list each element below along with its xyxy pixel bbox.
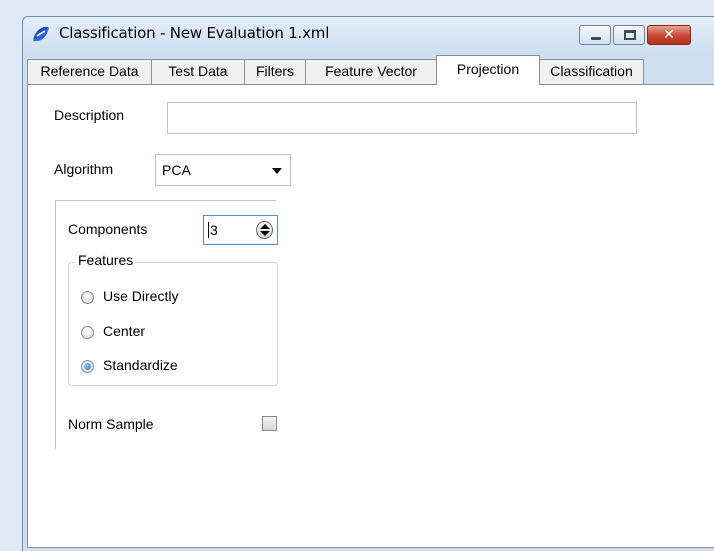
- components-value: 3: [208, 222, 218, 238]
- description-label: Description: [54, 107, 125, 123]
- tab-reference-data[interactable]: Reference Data: [27, 59, 152, 84]
- features-groupbox: Features Use Directly Center Standardize: [68, 252, 278, 386]
- maximize-button[interactable]: [613, 25, 645, 45]
- radio-center-label[interactable]: Center: [103, 323, 145, 339]
- algorithm-label: Algorithm: [54, 161, 114, 177]
- maximize-icon: [624, 30, 636, 40]
- app-window: Classification - New Evaluation 1.xml ✕ …: [22, 16, 714, 551]
- description-input[interactable]: [167, 102, 637, 134]
- tab-bar: Reference Data Test Data Filters Feature…: [23, 55, 714, 85]
- window-title: Classification - New Evaluation 1.xml: [59, 24, 330, 42]
- tab-classification[interactable]: Classification: [539, 59, 644, 84]
- radio-use-directly[interactable]: [81, 291, 94, 304]
- radio-standardize-label[interactable]: Standardize: [103, 357, 178, 373]
- norm-sample-checkbox[interactable]: [262, 416, 277, 431]
- arrow-down-icon: [260, 231, 270, 236]
- close-button[interactable]: ✕: [647, 25, 691, 45]
- tab-projection[interactable]: Projection: [436, 55, 540, 85]
- radio-center[interactable]: [81, 326, 94, 339]
- app-logo-icon: [33, 26, 49, 42]
- settings-group-border-left: [55, 200, 56, 449]
- tab-test-data[interactable]: Test Data: [151, 59, 245, 84]
- stepper-arrows-icon[interactable]: [256, 221, 273, 239]
- algorithm-selected-value: PCA: [162, 162, 191, 178]
- chevron-down-icon: [272, 168, 282, 174]
- settings-group-border-top: [55, 200, 276, 201]
- norm-sample-label: Norm Sample: [68, 416, 154, 432]
- components-stepper[interactable]: 3: [203, 215, 278, 245]
- components-label: Components: [68, 221, 148, 237]
- tab-filters[interactable]: Filters: [244, 59, 306, 84]
- arrow-up-icon: [260, 224, 270, 229]
- tab-feature-vector[interactable]: Feature Vector: [305, 59, 437, 84]
- minimize-button[interactable]: [579, 25, 611, 45]
- title-bar[interactable]: Classification - New Evaluation 1.xml ✕: [23, 17, 714, 55]
- algorithm-select[interactable]: PCA: [155, 154, 291, 186]
- features-legend: Features: [75, 252, 137, 268]
- minimize-icon: [591, 37, 601, 40]
- radio-standardize[interactable]: [81, 360, 94, 373]
- close-icon: ✕: [663, 27, 675, 43]
- radio-use-directly-label[interactable]: Use Directly: [103, 288, 178, 304]
- projection-panel: Description Algorithm PCA Components 3 F…: [27, 84, 714, 548]
